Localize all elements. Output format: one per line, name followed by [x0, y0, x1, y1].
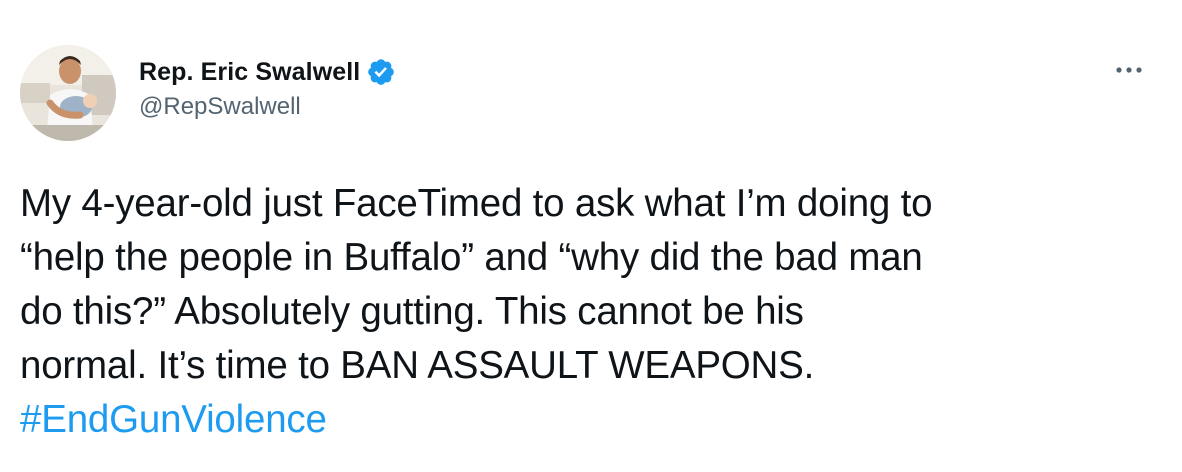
tweet-text-line: “help the people in Buffalo” and “why di…	[20, 236, 923, 279]
tweet-text-line: normal. It’s time to BAN ASSAULT WEAPONS…	[20, 344, 815, 387]
verified-badge-icon	[366, 57, 396, 87]
author-display-name[interactable]: Rep. Eric Swalwell	[139, 58, 360, 87]
name-row: Rep. Eric Swalwell	[139, 56, 396, 88]
author-info: Rep. Eric Swalwell @RepSwalwell	[139, 56, 396, 121]
more-options-icon[interactable]	[1109, 60, 1149, 80]
author-handle[interactable]: @RepSwalwell	[139, 93, 396, 121]
avatar[interactable]	[20, 45, 116, 141]
tweet-text-line: My 4-year-old just FaceTimed to ask what…	[20, 182, 933, 225]
tweet-text: My 4-year-old just FaceTimed to ask what…	[20, 177, 1160, 447]
avatar-photo	[20, 45, 116, 141]
tweet-card[interactable]: Rep. Eric Swalwell @RepSwalwell My 4-yea…	[0, 0, 1182, 472]
tweet-text-line: do this?” Absolutely gutting. This canno…	[20, 290, 804, 333]
hashtag-link[interactable]: #EndGunViolence	[20, 393, 1160, 447]
